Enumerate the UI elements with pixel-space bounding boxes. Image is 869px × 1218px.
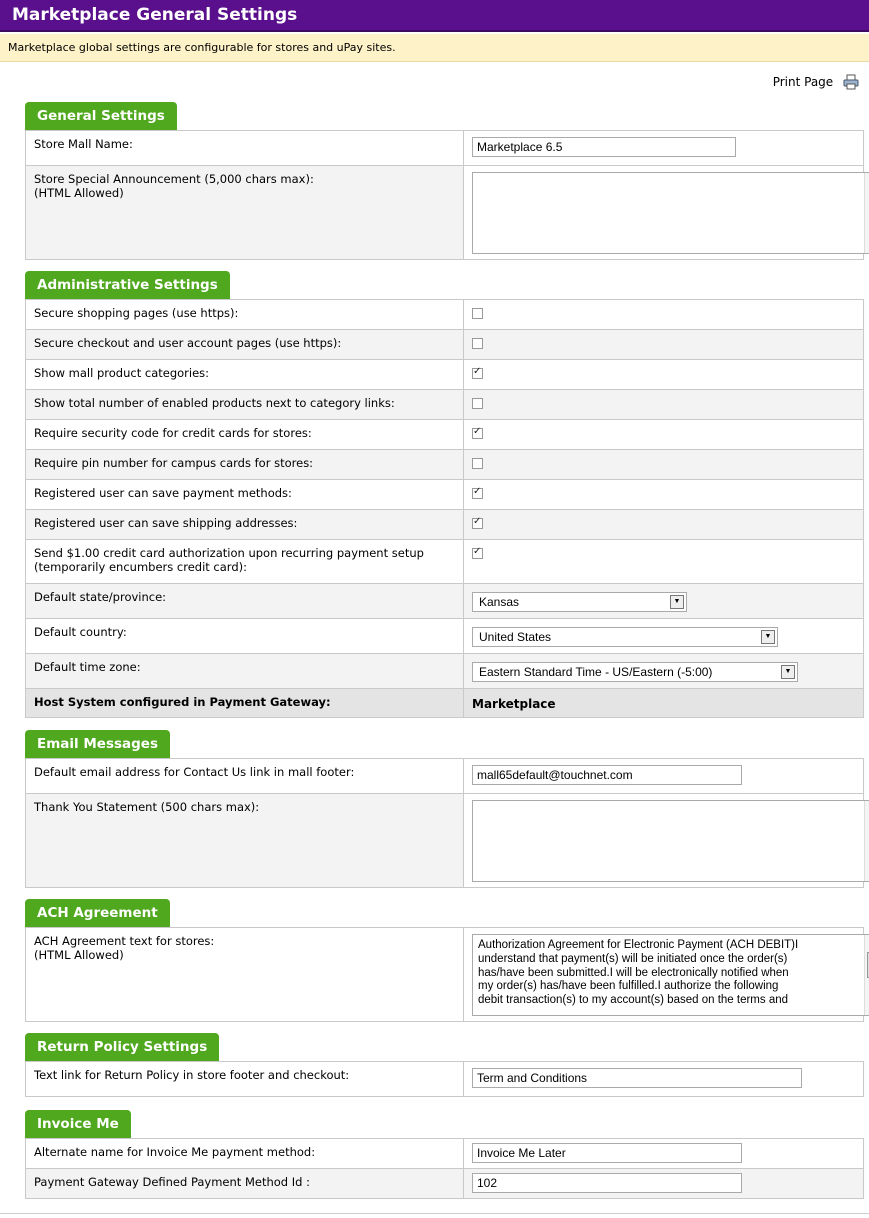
default-state-select[interactable]: Kansas ▼	[472, 592, 687, 612]
save-shipping-addresses-checkbox[interactable]	[472, 516, 483, 529]
invoice-alt-name-label: Alternate name for Invoice Me payment me…	[25, 1138, 464, 1169]
invoice-alt-name-input[interactable]: Invoice Me Later	[472, 1143, 742, 1163]
secure-shopping-checkbox[interactable]	[472, 308, 483, 319]
announcement-textarea[interactable]: ▲▼	[472, 172, 869, 254]
page-header: Marketplace General Settings	[0, 0, 869, 32]
contact-email-label: Default email address for Contact Us lin…	[25, 758, 464, 794]
show-categories-checkbox[interactable]	[472, 366, 483, 379]
host-system-label: Host System configured in Payment Gatewa…	[25, 688, 464, 718]
bottom-divider	[0, 1213, 869, 1214]
return-policy-table: Text link for Return Policy in store foo…	[25, 1061, 864, 1097]
default-timezone-label: Default time zone:	[25, 653, 464, 689]
announcement-scrollbar[interactable]: ▲▼	[864, 173, 869, 253]
print-page-link[interactable]: Print Page	[773, 74, 859, 90]
info-banner: Marketplace global settings are configur…	[0, 34, 869, 62]
payment-method-id-label: Payment Gateway Defined Payment Method I…	[25, 1168, 464, 1199]
section-tab-ach-agreement: ACH Agreement	[25, 899, 170, 927]
thank-you-label: Thank You Statement (500 chars max):	[25, 793, 464, 888]
ach-label-line1: ACH Agreement text for stores:	[34, 934, 215, 948]
ach-agreement-table: ACH Agreement text for stores: (HTML All…	[25, 927, 869, 1022]
ach-label: ACH Agreement text for stores: (HTML All…	[25, 927, 464, 1022]
show-product-count-checkbox[interactable]	[472, 398, 483, 409]
recurring-auth-label-line1: Send $1.00 credit card authorization upo…	[34, 546, 424, 560]
administrative-settings-table: Secure shopping pages (use https): Secur…	[25, 299, 864, 718]
return-policy-label: Text link for Return Policy in store foo…	[25, 1061, 464, 1097]
recurring-auth-checkbox[interactable]	[472, 546, 483, 559]
recurring-auth-label: Send $1.00 credit card authorization upo…	[25, 539, 464, 584]
default-timezone-select[interactable]: Eastern Standard Time - US/Eastern (-5:0…	[472, 662, 798, 682]
ach-line: has/have been submitted.I will be electr…	[478, 966, 789, 979]
default-state-label: Default state/province:	[25, 583, 464, 619]
ach-line: Authorization Agreement for Electronic P…	[478, 939, 799, 951]
require-security-code-label: Require security code for credit cards f…	[25, 419, 464, 450]
announcement-label-line2: (HTML Allowed)	[34, 186, 124, 200]
email-messages-table: Default email address for Contact Us lin…	[25, 758, 869, 888]
secure-checkout-label: Secure checkout and user account pages (…	[25, 329, 464, 360]
payment-method-id-input[interactable]: 102	[472, 1173, 742, 1193]
store-mall-name-label: Store Mall Name:	[25, 130, 464, 166]
ach-scrollbar[interactable]: ▲▼	[864, 935, 869, 1015]
chevron-down-icon[interactable]: ▼	[670, 595, 684, 609]
show-categories-label: Show mall product categories:	[25, 359, 464, 390]
ach-line: debit transaction(s) to my account(s) ba…	[478, 994, 789, 1007]
section-tab-administrative-settings: Administrative Settings	[25, 271, 230, 299]
info-banner-text: Marketplace global settings are configur…	[8, 41, 396, 54]
save-payment-methods-label: Registered user can save payment methods…	[25, 479, 464, 510]
recurring-auth-label-line2: (temporarily encumbers credit card):	[34, 560, 247, 574]
section-tab-general-settings: General Settings	[25, 102, 177, 130]
require-security-code-checkbox[interactable]	[472, 426, 483, 439]
printer-icon	[843, 74, 859, 90]
thank-you-textarea[interactable]: ▲▼	[472, 800, 869, 882]
thank-you-scrollbar[interactable]: ▲▼	[864, 801, 869, 881]
default-country-label: Default country:	[25, 618, 464, 654]
ach-line: my order(s) has/have been fulfilled.I au…	[478, 980, 779, 993]
page-title: Marketplace General Settings	[12, 5, 298, 25]
chevron-down-icon[interactable]: ▼	[781, 665, 795, 679]
default-state-value: Kansas	[479, 595, 520, 609]
require-pin-checkbox[interactable]	[472, 458, 483, 469]
secure-checkout-checkbox[interactable]	[472, 338, 483, 349]
section-tab-invoice-me: Invoice Me	[25, 1110, 131, 1138]
invoice-me-table: Alternate name for Invoice Me payment me…	[25, 1138, 864, 1199]
show-product-count-label: Show total number of enabled products ne…	[25, 389, 464, 420]
print-page-label: Print Page	[772, 75, 834, 89]
default-country-value: United States	[479, 630, 552, 644]
secure-shopping-label: Secure shopping pages (use https):	[25, 299, 464, 330]
section-tab-email-messages: Email Messages	[25, 730, 170, 758]
ach-textarea[interactable]: Authorization Agreement for Electronic P…	[472, 934, 869, 1016]
store-mall-name-input[interactable]: Marketplace 6.5	[472, 137, 736, 157]
host-system-value: Marketplace	[472, 697, 556, 711]
ach-text: Authorization Agreement for Electronic P…	[478, 939, 861, 1008]
ach-label-line2: (HTML Allowed)	[34, 948, 124, 962]
default-country-select[interactable]: United States ▼	[472, 627, 778, 647]
save-shipping-addresses-label: Registered user can save shipping addres…	[25, 509, 464, 540]
announcement-label: Store Special Announcement (5,000 chars …	[25, 165, 464, 260]
general-settings-table: Store Mall Name: Marketplace 6.5 Store S…	[25, 130, 869, 260]
chevron-down-icon[interactable]: ▼	[761, 630, 775, 644]
ach-line: understand that payment(s) will be initi…	[478, 952, 788, 965]
default-timezone-value: Eastern Standard Time - US/Eastern (-5:0…	[479, 665, 713, 679]
section-tab-return-policy: Return Policy Settings	[25, 1033, 220, 1061]
return-policy-input[interactable]: Term and Conditions	[472, 1068, 802, 1088]
announcement-label-line1: Store Special Announcement (5,000 chars …	[34, 172, 314, 186]
save-payment-methods-checkbox[interactable]	[472, 486, 483, 499]
contact-email-input[interactable]: mall65default@touchnet.com	[472, 765, 742, 785]
require-pin-label: Require pin number for campus cards for …	[25, 449, 464, 480]
